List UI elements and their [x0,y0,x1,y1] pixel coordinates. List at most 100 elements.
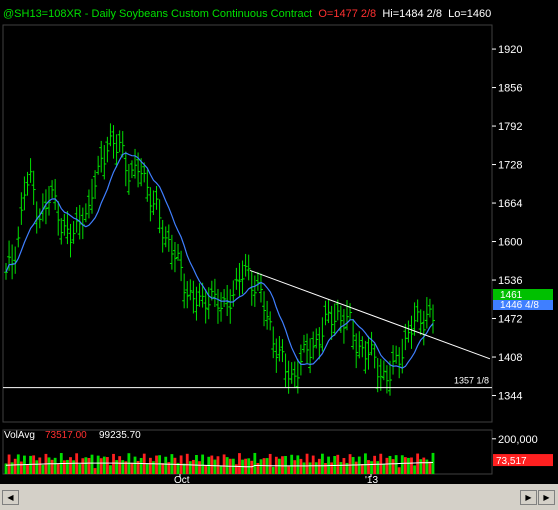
volume-bar [13,458,17,474]
zoom-button[interactable]: ▶ [538,490,555,505]
volume-bar [210,455,214,474]
volume-bar [422,457,426,474]
volume-bar [185,453,189,474]
volume-bar [321,453,324,474]
time-scrollbar[interactable] [0,484,558,510]
volume-bar [284,455,287,474]
volume-bar [348,454,352,474]
volume-bar [250,460,254,474]
volume-bar [342,458,346,474]
open-price: O=1477 2/8 [318,8,377,20]
volume-bar [311,455,315,474]
scroll-right-button[interactable]: ▶ [520,490,537,505]
volume-bar [29,455,32,474]
volume-bar [287,466,291,474]
volume-bar [268,453,272,474]
volume-bar [400,455,404,474]
symbol-label: @SH13=108XR - Daily Soybeans Custom Cont… [3,8,313,20]
volume-bar [139,458,143,474]
volume-bar [145,463,149,474]
volume-bar [324,463,327,474]
volume-bar [105,457,109,474]
volume-bar [253,452,257,474]
volume-bar [19,461,23,474]
volume-label: VolAvg [4,430,35,441]
volume-bar [336,454,340,474]
volume-bar [259,459,263,474]
volume-bar [219,466,223,474]
volume-bar [367,460,370,474]
volume-bar [407,457,410,474]
volume-bar [278,458,281,474]
volume-bar [225,457,229,474]
volume-bar [53,457,57,474]
volume-bar [41,464,45,474]
volume-bar [314,462,318,474]
price-tick-label: 1408 [498,352,522,364]
volume-bar [62,460,66,474]
volume-bar [308,462,312,474]
volume-bar [47,457,51,474]
volume-bar [413,465,416,474]
price-tick-label: 1344 [498,391,522,403]
volume-bar [281,456,284,474]
price-chart: 1920 1856 1792 1728 1664 1600 1536 1472 1408 1344… [2,24,553,486]
volume-bar [317,458,321,474]
volume-bar [370,461,373,474]
ma-tag-text: 1446 4/8 [500,300,539,311]
volume-bar [305,453,309,474]
volume-bar [425,459,429,474]
volume-bar [38,457,42,474]
volume-bar [158,455,161,474]
volume-bar [360,464,364,474]
high-price: Hi=1484 2/8 [382,8,442,20]
volume-value-1: 73517.00 [45,430,87,441]
volume-bar [410,457,413,474]
volume-bar [7,454,11,474]
volume-bar [247,458,251,474]
volume-bar [290,454,294,474]
volume-bar [56,463,60,474]
volume-bar [84,457,88,474]
volume-bar [148,457,152,474]
volume-bar [72,460,75,474]
volume-bar [195,454,198,474]
price-tick-label: 1856 [498,83,522,95]
volume-bar [10,462,14,474]
volume-bar [50,459,54,474]
volume-bar [204,465,208,474]
volume-bar [256,462,260,474]
volume-bar [238,453,241,474]
scroll-left-button[interactable]: ◀ [2,490,19,505]
volume-bar [339,462,343,474]
price-tick-label: 1792 [498,121,522,133]
price-tick-label: 1472 [498,314,522,326]
volume-bar [394,455,398,474]
volume-bar [118,456,122,474]
price-tick-label: 1664 [498,198,522,210]
volume-bar [391,459,395,474]
volume-bar [87,457,91,474]
volume-bar [201,454,205,474]
volume-last-tag-text: 73,517 [496,456,527,467]
volume-bar [397,467,401,474]
chart-title: @SH13=108XR - Daily Soybeans Custom Cont… [3,8,491,20]
volume-bar [416,453,420,474]
volume-bar [222,454,226,474]
volume-bar [198,461,201,474]
volume-bar [296,455,300,474]
volume-bar [90,454,94,474]
volume-bar [216,456,220,474]
volume-bar [96,455,100,474]
volume-bar [112,453,115,474]
volume-bar [271,466,275,474]
volume-bar [188,461,192,474]
volume-bar [173,457,177,474]
volume-bar [99,458,103,474]
price-tick-label: 1920 [498,44,522,56]
volume-bar [164,456,168,474]
volume-bar [191,459,195,474]
volume-bar [102,456,106,474]
volume-bar [345,462,349,474]
volume-bar [155,455,158,474]
